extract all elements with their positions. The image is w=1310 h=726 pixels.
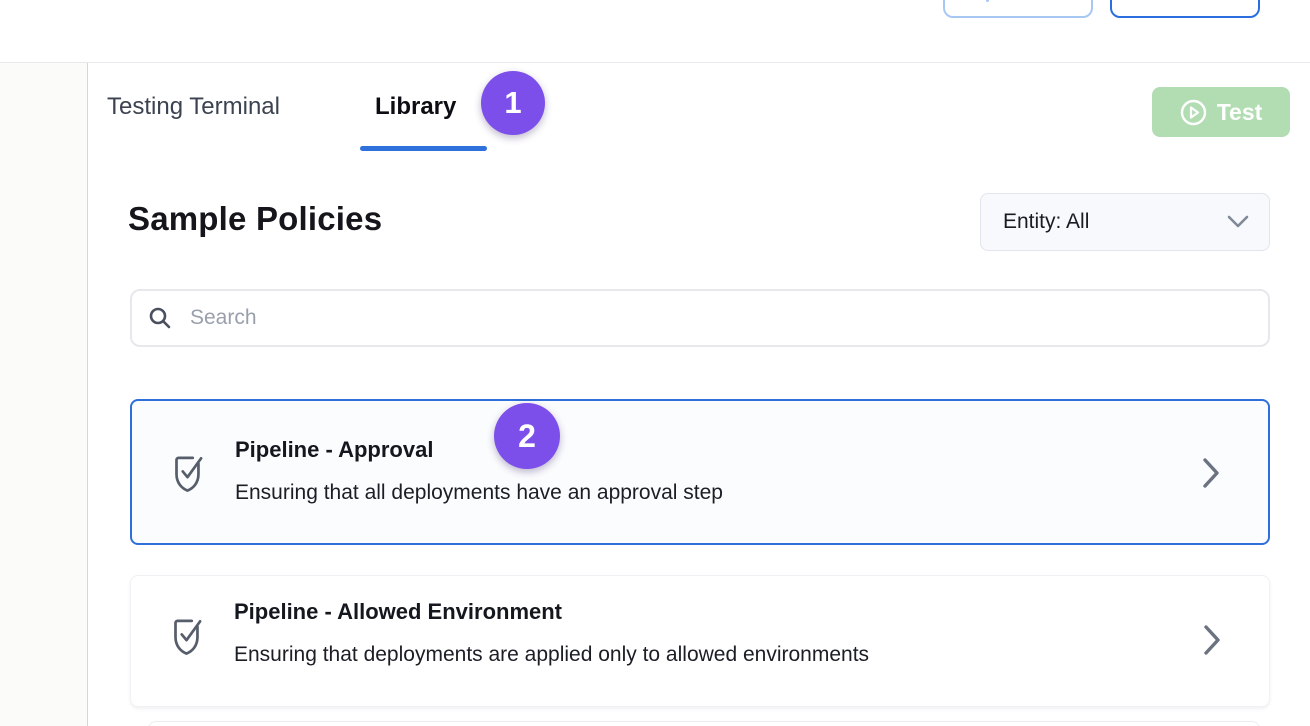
app-window: Save Discard Testing Terminal Library 1 … xyxy=(0,0,1310,726)
chevron-right-icon xyxy=(1201,456,1221,490)
annotation-badge-2: 2 xyxy=(494,403,560,469)
search-icon xyxy=(148,306,172,330)
test-button-label: Test xyxy=(1217,99,1263,126)
play-circle-icon xyxy=(1180,99,1207,126)
save-button[interactable]: Save xyxy=(943,0,1093,18)
test-button[interactable]: Test xyxy=(1152,87,1290,137)
chevron-down-icon xyxy=(1227,215,1249,229)
discard-button[interactable]: Discard xyxy=(1110,0,1260,18)
left-sidebar xyxy=(0,63,88,726)
search-input[interactable] xyxy=(190,306,1252,330)
tab-testing-terminal[interactable]: Testing Terminal xyxy=(107,93,280,122)
save-icon xyxy=(986,0,989,2)
next-policy-card-partial[interactable] xyxy=(148,721,1260,726)
policy-title: Pipeline - Approval xyxy=(235,437,433,463)
discard-button-label: Discard xyxy=(1145,0,1226,6)
tab-library[interactable]: Library xyxy=(375,93,456,122)
policy-card-pipeline-approval[interactable]: Pipeline - Approval Ensuring that all de… xyxy=(130,399,1270,545)
policy-title: Pipeline - Allowed Environment xyxy=(234,599,562,625)
policy-description: Ensuring that all deployments have an ap… xyxy=(235,481,723,505)
chevron-right-icon xyxy=(1202,623,1222,657)
entity-filter-dropdown[interactable]: Entity: All xyxy=(980,193,1270,251)
policy-card-pipeline-allowed-environment[interactable]: Pipeline - Allowed Environment Ensuring … xyxy=(130,575,1270,707)
policy-description: Ensuring that deployments are applied on… xyxy=(234,643,869,667)
page-title: Sample Policies xyxy=(128,200,382,238)
shield-check-icon xyxy=(167,613,207,659)
entity-filter-value: Entity: All xyxy=(1003,210,1089,234)
header-divider xyxy=(0,62,1310,63)
search-box[interactable] xyxy=(130,289,1270,347)
annotation-badge-1: 1 xyxy=(481,71,545,135)
save-button-label: Save xyxy=(999,0,1050,6)
active-tab-underline xyxy=(360,146,487,151)
shield-check-icon xyxy=(168,450,208,496)
